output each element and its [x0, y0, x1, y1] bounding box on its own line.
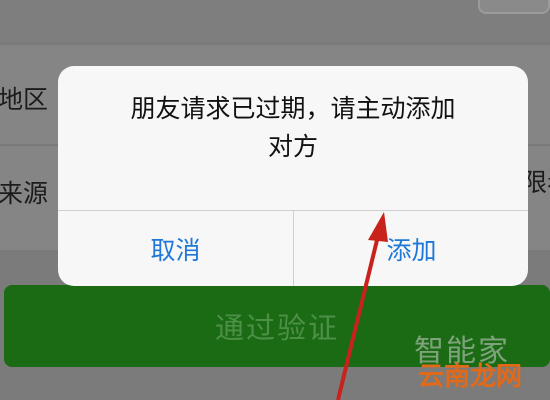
dialog-message: 朋友请求已过期，请主动添加 对方 — [130, 94, 456, 161]
region-label: 地区 — [0, 85, 49, 114]
verify-button-label: 通过验证 — [214, 311, 339, 345]
background-top-button — [478, 0, 550, 14]
cancel-button[interactable]: 取消 — [58, 211, 293, 286]
background-top-strip — [0, 0, 550, 42]
source-label: 来源 — [0, 179, 49, 208]
expired-request-dialog: 朋友请求已过期，请主动添加 对方 取消 添加 — [58, 66, 528, 286]
watermark-logo-text: 云南龙网 — [418, 362, 523, 392]
add-button[interactable]: 添加 — [294, 211, 528, 286]
